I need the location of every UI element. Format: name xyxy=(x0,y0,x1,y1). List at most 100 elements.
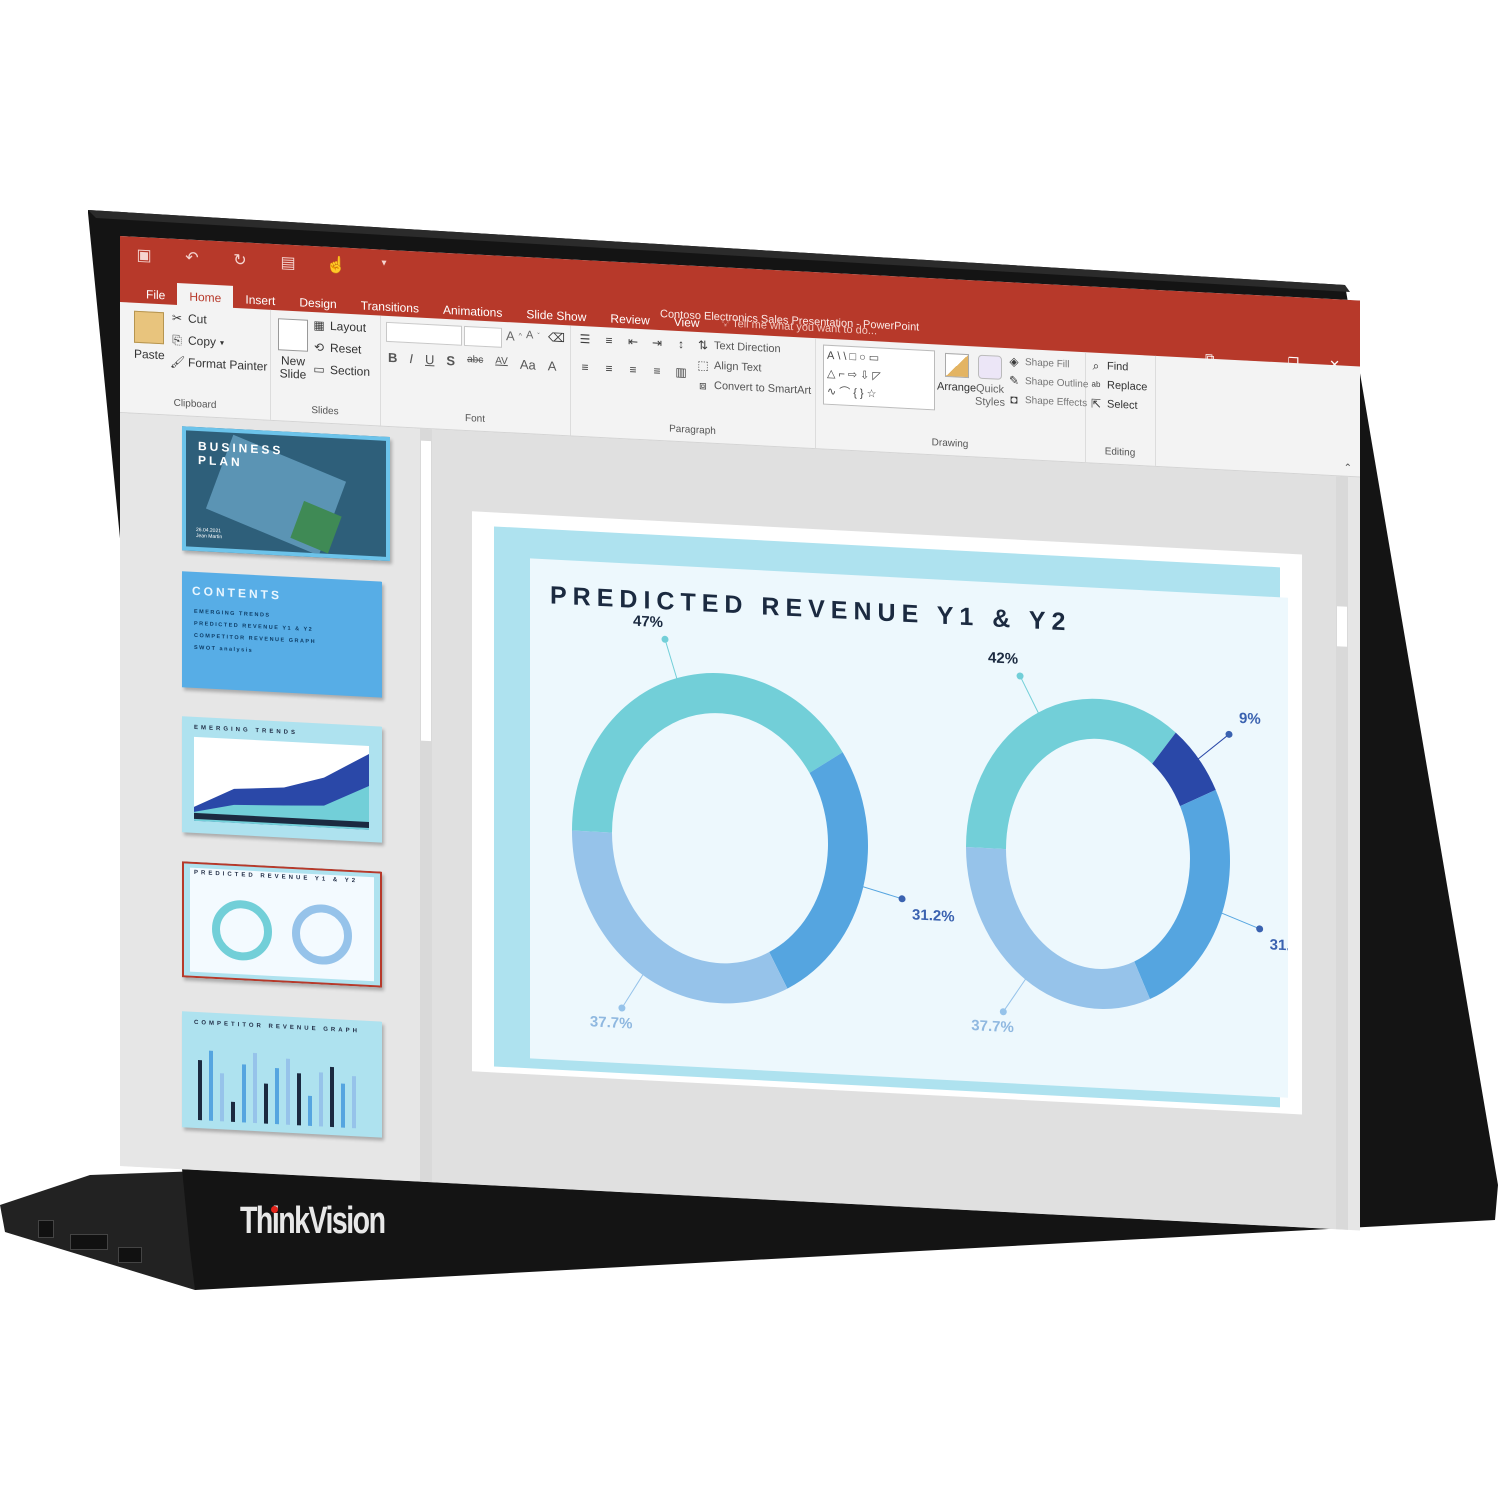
convert-smartart-button[interactable]: ⧈ Convert to SmartArt xyxy=(696,378,811,398)
thumbnail-bar xyxy=(220,1073,224,1122)
select-button[interactable]: ⇱ Select xyxy=(1089,396,1138,413)
thumbnail-bar xyxy=(352,1076,356,1129)
quick-access-toolbar: ▣ ↶ ↻ ▤ ☝ ▾ xyxy=(134,245,394,279)
shape-effects-button[interactable]: ◘ Shape Effects xyxy=(1007,392,1087,410)
reset-button[interactable]: ⟲ Reset xyxy=(312,340,361,356)
bullets-icon[interactable]: ☰ xyxy=(578,332,592,347)
change-case-button[interactable]: Aa xyxy=(520,357,536,373)
thumbnail-bar xyxy=(253,1052,257,1124)
find-button[interactable]: ⌕ Find xyxy=(1089,358,1129,374)
donut-2-leader-1 xyxy=(1019,675,1041,717)
slide-content-area: PREDICTED REVENUE Y1 & Y2 47% 31.2% 37.7% 4… xyxy=(530,558,1288,1098)
new-slide-button[interactable]: New Slide xyxy=(278,318,308,382)
format-painter-button[interactable]: 🖌︎ Format Painter xyxy=(170,355,267,374)
slide-thumbnail-4[interactable]: PREDICTED REVENUE Y1 & Y2 xyxy=(182,861,382,988)
present-icon[interactable]: ▤ xyxy=(278,252,298,273)
donut-1-leader-dot-1 xyxy=(661,635,669,643)
clear-formatting-button[interactable]: ⌫ xyxy=(548,330,565,345)
grow-font-button[interactable]: A ^ xyxy=(506,328,522,344)
thumbnail-title: BUSINESS PLAN xyxy=(198,439,284,470)
arrange-button[interactable]: Arrange xyxy=(937,352,976,395)
scrollbar-thumb[interactable] xyxy=(421,440,431,742)
replace-button[interactable]: ab Replace xyxy=(1089,377,1148,394)
copy-button[interactable]: ⎘ Copy ▾ xyxy=(170,333,224,350)
align-right-icon[interactable]: ≡ xyxy=(626,362,640,377)
underline-button[interactable]: U xyxy=(425,352,434,367)
reset-icon: ⟲ xyxy=(313,340,325,355)
touch-mode-icon[interactable]: ☝ xyxy=(326,255,346,276)
shrink-font-button[interactable]: Aˇ xyxy=(526,329,540,342)
copy-icon: ⎘ xyxy=(172,332,182,348)
arrange-icon xyxy=(944,352,969,379)
pen-icon: ✎ xyxy=(1008,373,1020,388)
donut-2-slice-1 xyxy=(966,698,1176,850)
slide-thumbnail-3[interactable]: EMERGING TRENDS xyxy=(182,716,382,843)
increase-indent-icon[interactable]: ⇥ xyxy=(650,336,664,351)
redo-icon[interactable]: ↻ xyxy=(230,250,250,271)
strikethrough-button[interactable]: abc xyxy=(467,354,483,370)
quick-styles-icon xyxy=(978,354,1002,380)
font-name-combo[interactable] xyxy=(386,321,462,346)
editor-scrollbar[interactable] xyxy=(1336,476,1348,1230)
power-port xyxy=(38,1220,54,1238)
clipboard-group: Paste ✂ Cut ⎘ Copy ▾ 🖌︎ Format Painter C… xyxy=(120,302,271,420)
slide-thumbnail-2[interactable]: CONTENTS EMERGING TRENDS PREDICTED REVEN… xyxy=(182,571,382,698)
columns-icon[interactable]: ▥ xyxy=(674,365,688,380)
slide-thumbnail-1[interactable]: BUSINESS PLAN 26.04.2021 Jean Martin xyxy=(182,426,390,562)
text-direction-button[interactable]: ⇅ Text Direction xyxy=(696,338,781,356)
save-icon[interactable]: ▣ xyxy=(134,245,154,266)
shape-outline-label: Shape Outline xyxy=(1025,375,1089,390)
font-size-combo[interactable] xyxy=(464,325,502,348)
editing-group-label: Editing xyxy=(1104,446,1136,459)
line-spacing-icon[interactable]: ↕ xyxy=(674,337,688,352)
align-buttons: ≡ ≡ ≡ ≡ ▥ xyxy=(578,360,688,380)
cursor-icon: ⇱ xyxy=(1090,396,1102,412)
scrollbar-thumb[interactable] xyxy=(1337,606,1347,647)
usb-c-port xyxy=(70,1234,108,1250)
paint-bucket-icon: ◈ xyxy=(1009,354,1019,369)
slide-editor: PREDICTED REVENUE Y1 & Y2 47% 31.2% 37.7% 4… xyxy=(432,429,1348,1230)
numbering-icon[interactable]: ≡ xyxy=(602,333,616,348)
donut-charts: 47% 31.2% 37.7% 42% 9% 31.2% 37.7% xyxy=(572,613,1288,1036)
layout-button[interactable]: ▦ Layout xyxy=(312,318,366,335)
donut-2-label-2: 9% xyxy=(1239,710,1261,728)
undo-icon[interactable]: ↶ xyxy=(182,247,202,268)
thumbnail-title: COMPETITOR REVENUE GRAPH xyxy=(194,1019,360,1035)
customize-icon[interactable]: ▾ xyxy=(374,257,394,278)
align-text-button[interactable]: ⬚ Align Text xyxy=(696,358,761,375)
character-spacing-button[interactable]: AV xyxy=(495,356,508,372)
shape-outline-button[interactable]: ✎ Shape Outline xyxy=(1007,373,1088,391)
paste-button[interactable]: Paste xyxy=(134,310,165,362)
donut-1-slice-3 xyxy=(572,830,788,1004)
donut-1-label-2: 31.2% xyxy=(912,906,955,925)
brand-logo: ThinkVision xyxy=(240,1200,386,1242)
thumbnails-scrollbar[interactable] xyxy=(420,428,432,1183)
thumbnail-title: EMERGING TRENDS xyxy=(194,724,299,737)
thumbnail-bar xyxy=(297,1073,301,1126)
brightness-button[interactable] xyxy=(118,1247,142,1263)
justify-icon[interactable]: ≡ xyxy=(650,364,664,379)
thumbnail-bar xyxy=(275,1068,279,1125)
collapse-ribbon-button[interactable]: ⌃ xyxy=(1344,463,1352,474)
font-color-button[interactable]: A xyxy=(548,358,557,373)
section-button[interactable]: ▭ Section xyxy=(312,362,370,379)
monitor: ThinkVision ▣ ↶ ↻ ▤ ☝ ▾ Contoso Electron… xyxy=(0,0,1500,1500)
format-painter-label: Format Painter xyxy=(188,355,268,374)
align-center-icon[interactable]: ≡ xyxy=(602,361,616,376)
donut-1-leader-3 xyxy=(621,971,646,1009)
drawing-group: A\\□○▭ △⌐⇨⇩◸ ∿⌒{}☆ Arrange Quick Styles ◈ … xyxy=(815,338,1088,463)
shape-fill-button[interactable]: ◈ Shape Fill xyxy=(1007,354,1069,371)
slide-thumbnail-5[interactable]: COMPETITOR REVENUE GRAPH xyxy=(182,1011,382,1138)
cut-button[interactable]: ✂ Cut xyxy=(170,311,207,327)
decrease-indent-icon[interactable]: ⇤ xyxy=(626,334,640,349)
donut-1-leader-dot-2 xyxy=(898,895,906,903)
shapes-gallery[interactable]: A\\□○▭ △⌐⇨⇩◸ ∿⌒{}☆ xyxy=(823,344,935,411)
paragraph-group: ☰ ≡ ⇤ ⇥ ↕ ≡ ≡ ≡ ≡ ▥ ⇅ Text Direction ⬚ A… xyxy=(570,325,816,449)
shadow-button[interactable]: S xyxy=(446,353,455,368)
align-left-icon[interactable]: ≡ xyxy=(578,360,592,375)
italic-button[interactable]: I xyxy=(409,351,413,366)
current-slide[interactable]: PREDICTED REVENUE Y1 & Y2 47% 31.2% 37.7% 4… xyxy=(472,511,1302,1115)
quick-styles-button[interactable]: Quick Styles xyxy=(975,354,1005,410)
thumbnail-bar xyxy=(231,1101,235,1122)
bold-button[interactable]: B xyxy=(388,350,397,365)
